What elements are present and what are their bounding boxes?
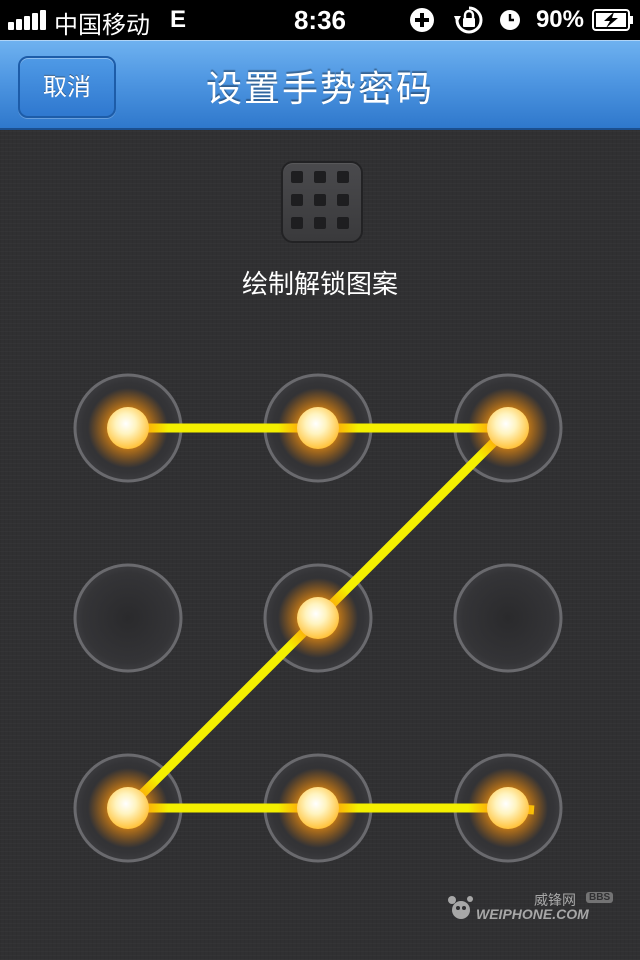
pattern-node-active-dot — [297, 787, 339, 829]
pattern-node-4[interactable] — [73, 563, 183, 673]
pattern-node-active-dot — [297, 407, 339, 449]
watermark-en-text: WEIPHONE.COM — [476, 906, 589, 922]
pattern-node-active-dot — [107, 787, 149, 829]
pattern-node-active-dot — [487, 787, 529, 829]
pattern-node-active-dot — [487, 407, 529, 449]
pattern-node-active-dot — [107, 407, 149, 449]
pattern-node-6[interactable] — [453, 563, 563, 673]
weiphone-logo-icon — [448, 896, 473, 919]
weiphone-watermark: 威锋网 BBS WEIPHONE.COM — [446, 890, 616, 930]
watermark-bbs-badge: BBS — [586, 892, 614, 903]
gesture-setup-screen: 中国移动 E 8:36 90% 取消 设置手势密码 绘制解锁图案 威锋网 BBS… — [0, 0, 640, 960]
pattern-node-active-dot — [297, 597, 339, 639]
pattern-lock-grid[interactable] — [0, 0, 640, 960]
